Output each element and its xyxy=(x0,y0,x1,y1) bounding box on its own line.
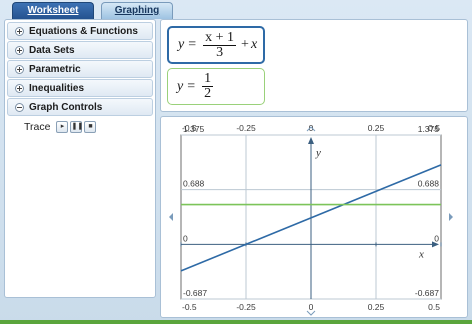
graphing-app: Worksheet Graphing Equations & Functions… xyxy=(0,0,472,324)
sidebar: Equations & Functions Data Sets Parametr… xyxy=(4,19,156,298)
pan-left-handle-icon xyxy=(169,213,173,221)
expand-plus-icon xyxy=(15,45,24,55)
expr-equals: = xyxy=(188,37,197,52)
tab-worksheet[interactable]: Worksheet xyxy=(12,2,94,19)
graph-canvas[interactable]: xy-0.5-0.5-0.25-0.25000.250.250.50.51.37… xyxy=(161,117,469,319)
expr-lhs: y xyxy=(177,78,184,94)
section-data-sets[interactable]: Data Sets xyxy=(7,41,153,59)
x-tick-label-bottom: 0.25 xyxy=(368,302,385,312)
y-tick-label-right: 0 xyxy=(434,233,439,243)
x-tick-label-bottom: 0 xyxy=(309,302,314,312)
y-tick-label-left: 0.688 xyxy=(183,179,205,189)
trace-play-button[interactable]: ▸ xyxy=(56,121,69,133)
fraction-numerator: 1 xyxy=(202,71,214,87)
tab-bar: Worksheet Graphing xyxy=(0,0,472,19)
expression-1[interactable]: y = x + 1 3 + x xyxy=(167,26,265,64)
expr-fraction: 1 2 xyxy=(202,71,214,101)
expand-plus-icon xyxy=(15,83,24,93)
fraction-denominator: 3 xyxy=(216,44,224,60)
section-graph-controls[interactable]: Graph Controls xyxy=(7,98,153,116)
fraction-denominator: 2 xyxy=(204,86,212,101)
pan-right-handle-icon xyxy=(449,213,453,221)
trace-controls: Trace ▸ ❚❚ ■ xyxy=(24,121,155,133)
section-inequalities[interactable]: Inequalities xyxy=(7,79,153,97)
expression-panel: y = x + 1 3 + x y = 1 2 xyxy=(160,19,468,112)
trace-pause-button[interactable]: ❚❚ xyxy=(70,121,83,133)
y-tick-label-left: 0 xyxy=(183,233,188,243)
y-tick-label-left: -0.687 xyxy=(183,288,207,298)
expr-lhs: y xyxy=(178,37,185,52)
expression-2[interactable]: y = 1 2 xyxy=(167,68,265,105)
trace-label: Trace xyxy=(24,121,51,133)
x-tick-label-top: 0.25 xyxy=(368,123,385,133)
y-tick-label-left: 1.375 xyxy=(183,124,205,134)
expr-operator: + xyxy=(241,37,249,52)
trace-stop-button[interactable]: ■ xyxy=(84,121,97,133)
x-tick-label-bottom: -0.5 xyxy=(182,302,197,312)
graph-panel[interactable]: x y -0.5 -0.5 -0.25 -0.25 0 0 0.25 0.25 0.5 0.5 1.37… xyxy=(160,116,468,318)
section-parametric[interactable]: Parametric xyxy=(7,60,153,78)
status-strip xyxy=(0,320,472,324)
collapse-minus-icon xyxy=(15,102,24,112)
tab-graphing[interactable]: Graphing xyxy=(101,2,173,19)
fraction-numerator: x + 1 xyxy=(203,29,237,46)
y-tick-label-right: 1.375 xyxy=(418,124,440,134)
x-axis-label: x xyxy=(418,248,424,260)
y-axis-label: y xyxy=(315,147,321,159)
expand-plus-icon xyxy=(15,64,24,74)
expr-fraction: x + 1 3 xyxy=(203,29,237,60)
x-tick-label-bottom: -0.25 xyxy=(236,302,256,312)
expr-equals: = xyxy=(187,78,196,94)
section-label: Inequalities xyxy=(29,82,85,94)
section-label: Equations & Functions xyxy=(29,25,138,37)
x-tick-label-top: -0.25 xyxy=(236,123,256,133)
x-tick-label-bottom: 0.5 xyxy=(428,302,440,312)
y-tick-label-right: -0.687 xyxy=(415,288,439,298)
expr-tail: x xyxy=(250,37,258,52)
y-tick-label-right: 0.688 xyxy=(418,179,440,189)
expand-plus-icon xyxy=(15,26,24,36)
section-label: Parametric xyxy=(29,63,81,75)
section-label: Graph Controls xyxy=(29,101,103,113)
section-equations-functions[interactable]: Equations & Functions xyxy=(7,22,153,40)
section-label: Data Sets xyxy=(29,44,75,56)
